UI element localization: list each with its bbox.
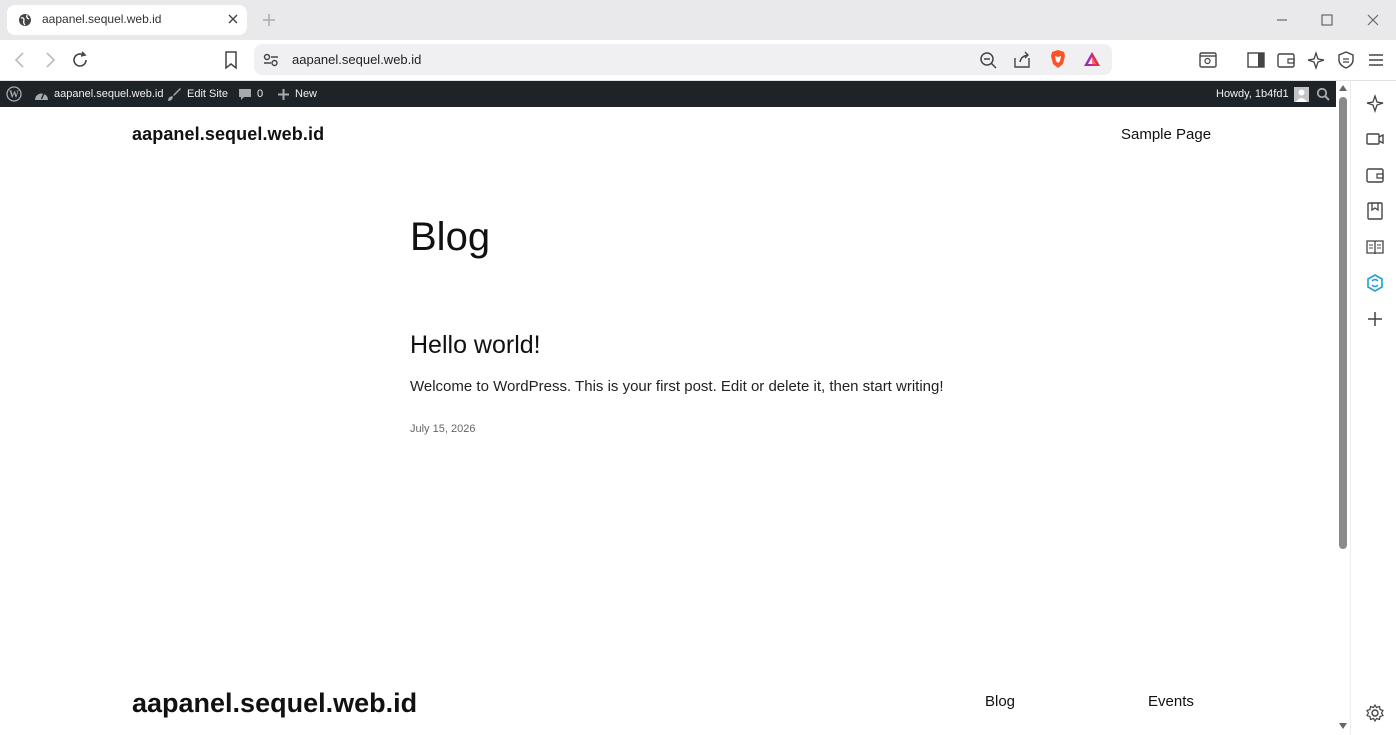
admin-site-link[interactable]: aapanel.sequel.web.id [34, 81, 163, 107]
svg-text:W: W [9, 90, 19, 101]
new-tab-icon[interactable] [260, 11, 278, 29]
search-icon [1316, 87, 1330, 101]
scroll-down-icon[interactable] [1339, 723, 1347, 729]
add-sidebar-icon[interactable] [1365, 309, 1385, 329]
menu-icon[interactable] [1366, 50, 1386, 70]
zoom-out-icon[interactable] [978, 50, 998, 70]
post-excerpt: Welcome to WordPress. This is your first… [410, 378, 944, 395]
reading-list-icon[interactable] [1365, 237, 1385, 257]
vpn-shield-icon[interactable] [1336, 50, 1356, 70]
new-content-link[interactable]: New [277, 81, 317, 107]
globe-icon [19, 14, 31, 26]
howdy-text: Howdy, 1b4fd1 [1216, 88, 1289, 100]
nav-sample-page[interactable]: Sample Page [1121, 126, 1211, 143]
edit-site-link[interactable]: Edit Site [167, 81, 228, 107]
comment-icon [239, 88, 251, 100]
reload-icon[interactable] [70, 50, 90, 70]
site-title[interactable]: aapanel.sequel.web.id [132, 124, 324, 145]
bookmarks-sidebar-icon[interactable] [1365, 201, 1385, 221]
close-icon[interactable] [225, 11, 241, 27]
extension-icon[interactable] [1365, 273, 1385, 293]
forward-icon[interactable] [40, 50, 60, 70]
maximize-icon[interactable] [1318, 11, 1336, 29]
page-title: Blog [410, 215, 491, 259]
talk-icon[interactable] [1365, 129, 1385, 149]
close-window-icon[interactable] [1364, 11, 1382, 29]
sidebar-toggle-icon[interactable] [1246, 50, 1266, 70]
tab-strip: aapanel.sequel.web.id [0, 0, 1396, 40]
share-icon[interactable] [1012, 50, 1032, 70]
scroll-thumb[interactable] [1339, 97, 1347, 549]
browser-sidebar [1350, 81, 1396, 735]
dashboard-icon [35, 92, 48, 100]
tab-active[interactable]: aapanel.sequel.web.id [7, 5, 247, 35]
tab-title: aapanel.sequel.web.id [42, 12, 162, 26]
page-content: aapanel.sequel.web.id Sample Page Blog H… [0, 107, 1336, 735]
minimize-icon[interactable] [1273, 11, 1291, 29]
wp-logo-button[interactable]: W [6, 81, 22, 107]
footer-link-events[interactable]: Events [1148, 693, 1194, 710]
wallet-icon[interactable] [1276, 50, 1296, 70]
site-settings-icon[interactable] [261, 50, 281, 70]
scroll-up-icon[interactable] [1339, 85, 1347, 91]
edit-site-label: Edit Site [187, 88, 228, 100]
gear-icon[interactable] [1365, 703, 1385, 723]
comments-link[interactable]: 0 [238, 81, 263, 107]
admin-search-button[interactable] [1316, 81, 1330, 107]
new-label: New [295, 88, 318, 100]
my-account-link[interactable]: Howdy, 1b4fd1 [1216, 81, 1309, 107]
post-title[interactable]: Hello world! [410, 331, 541, 360]
bookmark-icon[interactable] [221, 50, 241, 70]
wp-admin-bar: W aapanel.sequel.web.id Edit Site 0 New … [0, 81, 1336, 107]
back-icon[interactable] [10, 50, 30, 70]
url-text[interactable]: aapanel.sequel.web.id [292, 52, 421, 67]
leo-sparkle-icon[interactable] [1365, 93, 1385, 113]
comments-count: 0 [257, 88, 264, 100]
browser-toolbar: aapanel.sequel.web.id [0, 40, 1396, 81]
page-scrollbar[interactable] [1336, 81, 1350, 735]
brush-icon [168, 87, 181, 101]
avatar [1293, 86, 1309, 102]
post-date[interactable]: July 15, 2026 [410, 423, 475, 435]
footer-site-title[interactable]: aapanel.sequel.web.id [132, 688, 417, 719]
leo-ai-icon[interactable] [1306, 50, 1326, 70]
address-bar[interactable]: aapanel.sequel.web.id [254, 44, 1112, 75]
plus-icon [278, 88, 289, 100]
search-tab-icon[interactable] [1198, 50, 1218, 70]
brave-shields-icon[interactable] [1048, 49, 1068, 69]
wallet-sidebar-icon[interactable] [1365, 165, 1385, 185]
wordpress-icon: W [6, 86, 22, 102]
brave-rewards-icon[interactable] [1082, 49, 1102, 69]
footer-link-blog[interactable]: Blog [985, 693, 1015, 710]
admin-site-name: aapanel.sequel.web.id [54, 88, 164, 100]
